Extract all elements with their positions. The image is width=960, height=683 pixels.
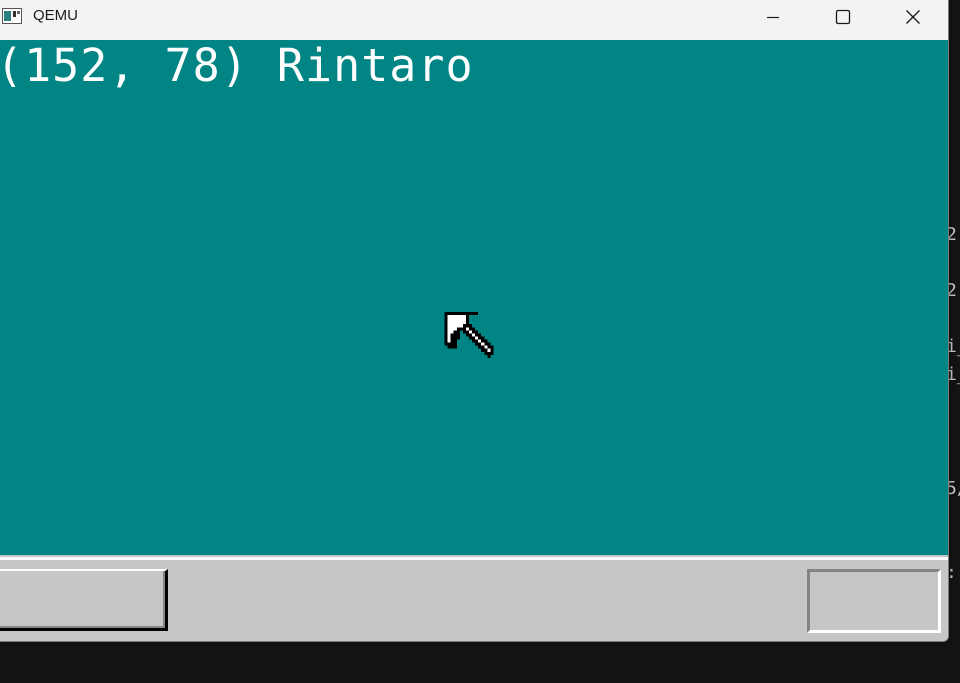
close-button[interactable] — [878, 0, 948, 34]
start-button[interactable] — [0, 569, 168, 631]
qemu-app-icon — [2, 8, 22, 24]
title-bar[interactable]: QEMU — [0, 0, 948, 34]
mouse-cursor-icon — [444, 312, 494, 358]
taskbar — [0, 557, 948, 641]
qemu-window: QEMU (152, 78) Rintaro — [0, 0, 949, 642]
close-icon — [906, 10, 920, 24]
mouse-coordinates-text: (152, 78) Rintaro — [0, 39, 474, 92]
maximize-button[interactable] — [808, 0, 878, 34]
minimize-button[interactable] — [738, 0, 808, 34]
minimize-icon — [767, 16, 779, 19]
maximize-icon — [835, 9, 851, 25]
vm-screen[interactable]: (152, 78) Rintaro — [0, 40, 948, 557]
system-tray-box — [807, 569, 941, 633]
window-title: QEMU — [33, 7, 78, 24]
